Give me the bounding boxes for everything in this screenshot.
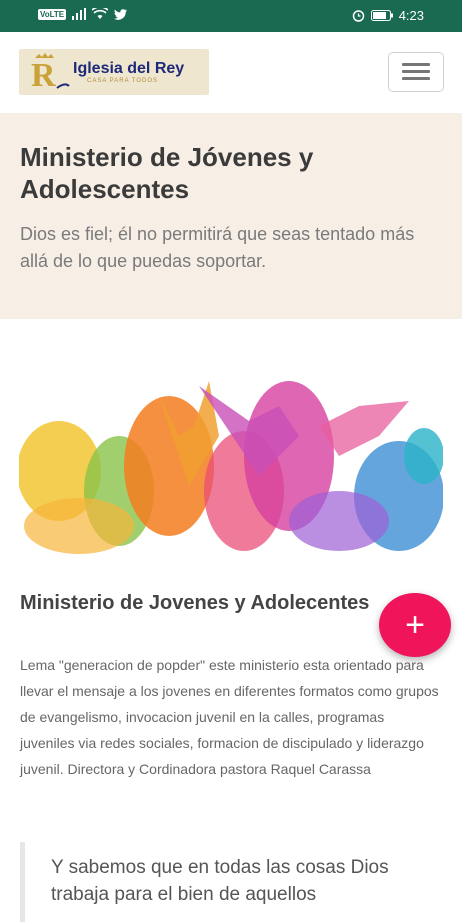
alarm-icon — [352, 10, 364, 22]
add-fab-button[interactable]: + — [379, 593, 451, 657]
status-bar-right: 4:23 — [352, 8, 424, 23]
logo-text: Iglesia del Rey CASA PARA TODOS — [73, 60, 184, 84]
plus-icon: + — [405, 606, 425, 644]
twitter-icon — [114, 8, 128, 20]
wifi-icon — [92, 8, 109, 19]
network-badge: VoLTE — [38, 8, 67, 20]
article-body: Lema "generacion de popder" este ministe… — [20, 657, 439, 777]
hero-section: Ministerio de Jóvenes y Adolescentes Dio… — [0, 113, 462, 319]
hamburger-menu-icon — [402, 77, 430, 80]
hamburger-menu-button[interactable] — [388, 52, 444, 92]
youth-watercolor-banner-image — [19, 376, 443, 554]
signal-icon — [72, 8, 87, 20]
status-time: 4:23 — [398, 8, 424, 23]
svg-text:R: R — [31, 57, 56, 92]
logo-subtitle: CASA PARA TODOS — [87, 78, 159, 84]
hero-verse: Dios es fiel; él no permitirá que seas t… — [20, 224, 415, 271]
top-navbar: R Iglesia del Rey CASA PARA TODOS — [0, 32, 462, 113]
battery-icon — [370, 10, 393, 21]
logo-title: Iglesia del Rey — [73, 60, 185, 77]
status-bar-left: VoLTE — [38, 8, 128, 20]
blockquote: Y sabemos que en todas las cosas Dios tr… — [20, 842, 447, 922]
article-title: Ministerio de Jovenes y Adolecentes — [20, 592, 370, 614]
church-logo[interactable]: R Iglesia del Rey CASA PARA TODOS — [19, 49, 209, 95]
hamburger-menu-icon — [402, 70, 430, 73]
page-title: Ministerio de Jóvenes y Adolescentes — [20, 142, 314, 204]
crown-r-logo-icon: R — [27, 52, 71, 94]
hamburger-menu-icon — [402, 63, 430, 66]
status-bar: VoLTE 4:23 — [0, 0, 462, 32]
